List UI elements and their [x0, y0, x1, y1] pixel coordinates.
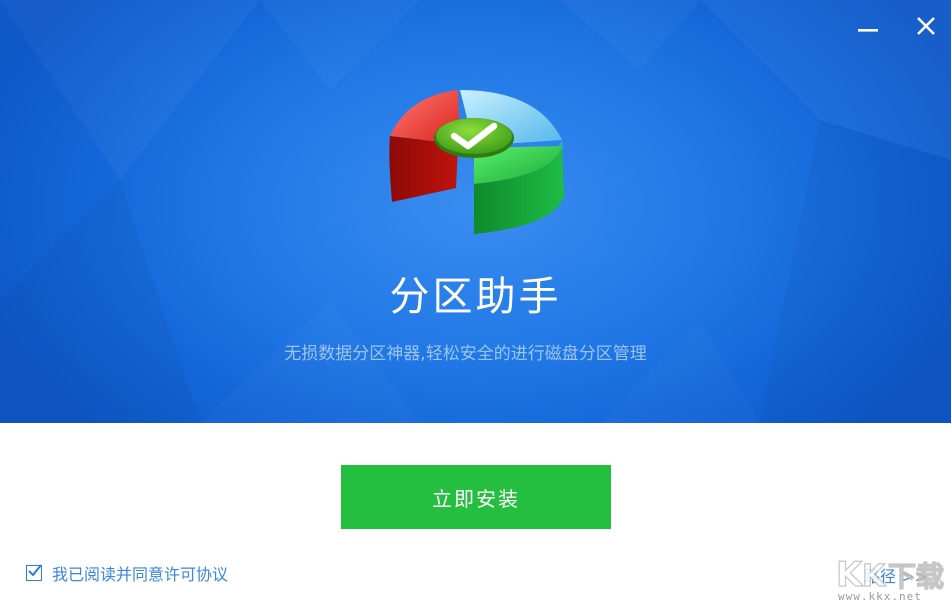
minimize-icon [858, 29, 878, 32]
svg-text:K: K [836, 555, 864, 595]
checkmark-icon [28, 564, 42, 577]
license-agreement-checkbox-row[interactable]: 我已阅读并同意许可协议 [26, 561, 228, 585]
minimize-button[interactable] [852, 10, 884, 42]
install-now-button[interactable]: 立即安装 [341, 465, 611, 529]
agreement-checkbox[interactable] [26, 564, 42, 581]
close-button[interactable] [910, 10, 942, 42]
app-tagline: 无损数据分区神器,轻松安全的进行磁盘分区管理 [284, 344, 647, 364]
install-path-link[interactable]: 路径 >> [864, 563, 928, 587]
watermark-domain: www.kkx.net [838, 590, 922, 603]
installer-window: 分区助手 无损数据分区神器,轻松安全的进行磁盘分区管理 立即安装 我已阅读并同意… [0, 0, 951, 607]
partition-pie-check-icon [389, 90, 564, 234]
agreement-label[interactable]: 我已阅读并同意许可协议 [52, 561, 228, 585]
header-banner: 分区助手 无损数据分区神器,轻松安全的进行磁盘分区管理 [0, 0, 951, 423]
app-title: 分区助手 [389, 274, 562, 320]
close-icon [917, 17, 935, 35]
